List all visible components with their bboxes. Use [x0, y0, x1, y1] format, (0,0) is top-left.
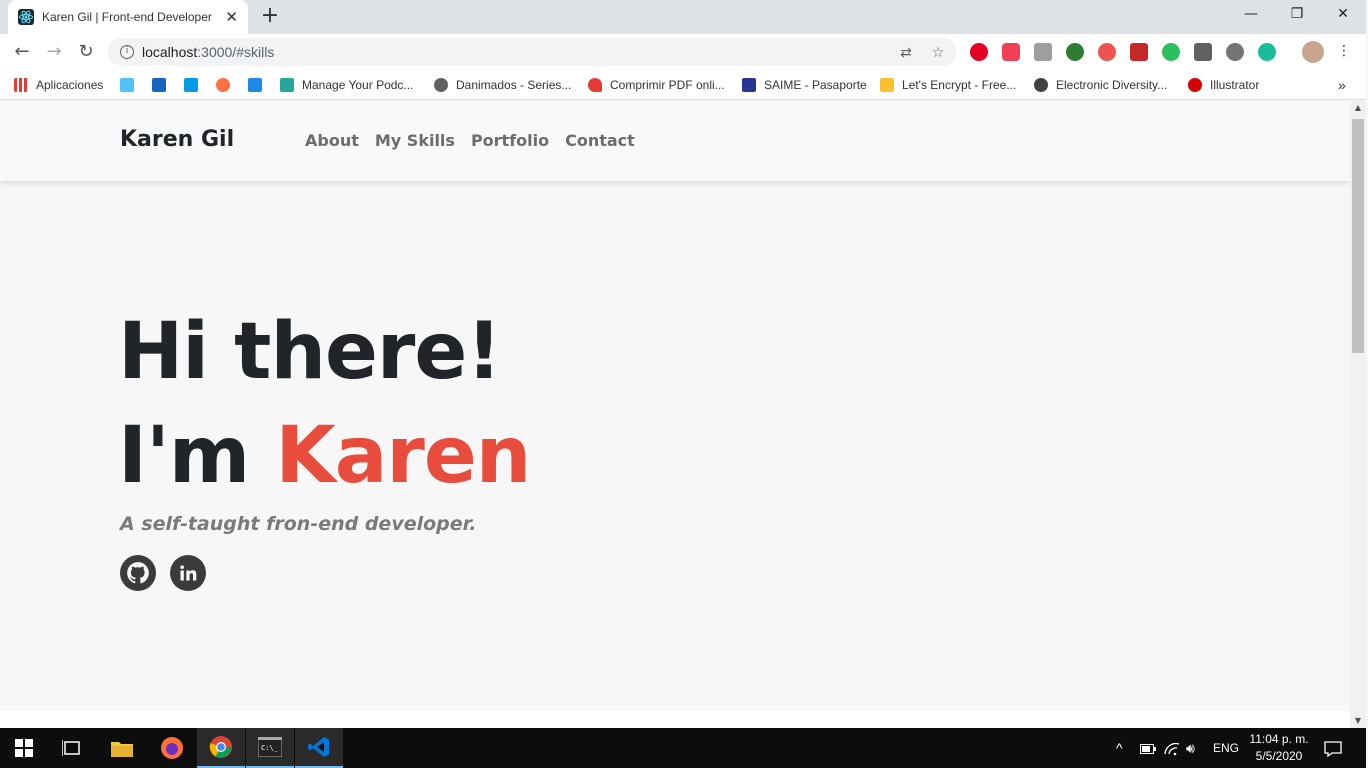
lock-icon: [880, 78, 894, 92]
camera-icon[interactable]: [1034, 43, 1052, 61]
clock-time: 11:04 p. m.: [1249, 732, 1309, 746]
nav-skills[interactable]: My Skills: [375, 131, 455, 150]
vscode-icon[interactable]: [295, 728, 343, 768]
scroll-up-icon[interactable]: ▲: [1350, 101, 1366, 115]
clock-date: 5/5/2020: [1255, 749, 1303, 763]
task-view-icon[interactable]: [48, 728, 96, 768]
extension-photo-icon[interactable]: [1130, 43, 1148, 61]
apps-grid-icon: [14, 78, 28, 92]
nav-about[interactable]: About: [305, 131, 359, 150]
tab-close-icon[interactable]: ✕: [225, 8, 238, 26]
windows-start-icon[interactable]: [0, 728, 48, 768]
new-tab-button[interactable]: +: [258, 5, 282, 29]
browser-tab[interactable]: Karen Gil | Front-end Developer ✕: [8, 0, 248, 34]
page-viewport: Karen Gil About My Skills Portfolio Cont…: [0, 101, 1350, 728]
extension-globe-icon[interactable]: [1066, 43, 1084, 61]
page-scrollbar[interactable]: ▲ ▼: [1350, 101, 1366, 728]
linkedin-icon[interactable]: [170, 555, 206, 591]
tray-chevron-icon[interactable]: ^: [1116, 728, 1123, 768]
tab-strip: Karen Gil | Front-end Developer ✕ + — ❐ …: [0, 0, 1366, 34]
firefox-icon[interactable]: [148, 728, 196, 768]
bookmark-saime[interactable]: SAIME - Pasaporte: [742, 76, 867, 94]
next-section-edge: [0, 711, 1350, 728]
site-info-icon[interactable]: i: [120, 45, 134, 59]
saime-icon: [742, 78, 756, 92]
url-text: localhost:3000/#skills: [142, 44, 275, 60]
pocket-icon[interactable]: [1002, 43, 1020, 61]
bookmark-wave[interactable]: [248, 76, 270, 94]
restore-button[interactable]: ❐: [1274, 0, 1320, 30]
podcast-icon: [280, 78, 294, 92]
site-nav: About My Skills Portfolio Contact: [305, 131, 635, 150]
illustrator-icon: [1188, 78, 1202, 92]
menu-dots-icon[interactable]: ⋮: [1336, 43, 1352, 59]
danimados-icon: [434, 78, 448, 92]
hero-im: I'm: [118, 411, 276, 501]
scroll-thumb[interactable]: [1352, 119, 1364, 353]
svg-text:C:\_: C:\_: [261, 744, 279, 752]
volume-icon[interactable]: 🔊︎: [1186, 728, 1195, 768]
globe-icon: [1034, 78, 1048, 92]
reload-button[interactable]: ↻: [74, 40, 98, 64]
evernote-icon[interactable]: [1162, 43, 1180, 61]
chrome-icon[interactable]: [197, 728, 245, 768]
site-brand[interactable]: Karen Gil: [120, 127, 234, 152]
hero-tagline: A self-taught fron-end developer.: [120, 513, 477, 535]
nav-contact[interactable]: Contact: [565, 131, 635, 150]
hero-intro: I'm Karen: [118, 408, 531, 504]
eyedropper-icon[interactable]: [1194, 43, 1212, 61]
github-icon[interactable]: [120, 555, 156, 591]
windows-taskbar: C:\_ ^ 🔊︎ ENG 11:04 p. m. 5/5/2020: [0, 728, 1366, 768]
extension-film-icon[interactable]: [1226, 43, 1244, 61]
wave-icon: [248, 78, 262, 92]
hero-greeting: Hi there!: [118, 307, 502, 397]
extension-m-icon[interactable]: [1258, 43, 1276, 61]
pinterest-icon[interactable]: [970, 43, 988, 61]
bookmarks-overflow-icon[interactable]: »: [1338, 76, 1346, 94]
file-explorer-icon[interactable]: [98, 728, 146, 768]
minimize-button[interactable]: —: [1228, 0, 1274, 30]
react-icon: [18, 9, 34, 25]
wifi-icon[interactable]: [1164, 728, 1180, 768]
bookmark-letsencrypt[interactable]: Let's Encrypt - Free...: [880, 76, 1016, 94]
bookmark-danimados[interactable]: Danimados - Series...: [434, 76, 571, 94]
language-indicator[interactable]: ENG: [1213, 728, 1239, 768]
bookmark-shapes[interactable]: [120, 76, 142, 94]
forward-button[interactable]: →: [42, 40, 66, 64]
bookmark-c[interactable]: [184, 76, 206, 94]
close-window-button[interactable]: ✕: [1320, 0, 1366, 30]
bookmark-podcast[interactable]: Manage Your Podc...: [280, 76, 413, 94]
back-button[interactable]: ←: [10, 40, 34, 64]
bookmark-star-icon[interactable]: ☆: [930, 45, 946, 61]
c-logo-icon: [184, 78, 198, 92]
bookmark-pdf[interactable]: Comprimir PDF onli...: [588, 76, 725, 94]
bookmarks-bar: Aplicaciones Manage Your Podc... Danimad…: [0, 70, 1366, 100]
bookmark-electronic-diversity[interactable]: Electronic Diversity...: [1034, 76, 1167, 94]
battery-icon[interactable]: [1140, 728, 1156, 768]
translate-icon[interactable]: ⇄: [898, 45, 914, 61]
notifications-icon[interactable]: [1324, 728, 1342, 768]
bookmark-illustrator[interactable]: Illustrator: [1188, 76, 1259, 94]
address-bar[interactable]: i localhost:3000/#skills ⇄ ☆: [108, 38, 956, 66]
terminal-icon[interactable]: C:\_: [246, 728, 294, 768]
system-clock[interactable]: 11:04 p. m. 5/5/2020: [1244, 731, 1314, 765]
blog-icon: [216, 78, 230, 92]
nav-portfolio[interactable]: Portfolio: [471, 131, 549, 150]
bookmark-calendar[interactable]: [152, 76, 174, 94]
shapes-icon: [120, 78, 134, 92]
heart-icon: [588, 78, 602, 92]
hero-name: Karen: [275, 411, 531, 501]
extension-lens-icon[interactable]: [1098, 43, 1116, 61]
bookmark-blogger[interactable]: [216, 76, 238, 94]
bookmark-apps[interactable]: Aplicaciones: [14, 76, 103, 94]
profile-avatar[interactable]: [1302, 41, 1324, 63]
scroll-down-icon[interactable]: ▼: [1350, 714, 1366, 728]
site-navbar: Karen Gil About My Skills Portfolio Cont…: [0, 101, 1350, 181]
tab-title: Karen Gil | Front-end Developer: [42, 10, 212, 24]
calendar-icon: [152, 78, 166, 92]
